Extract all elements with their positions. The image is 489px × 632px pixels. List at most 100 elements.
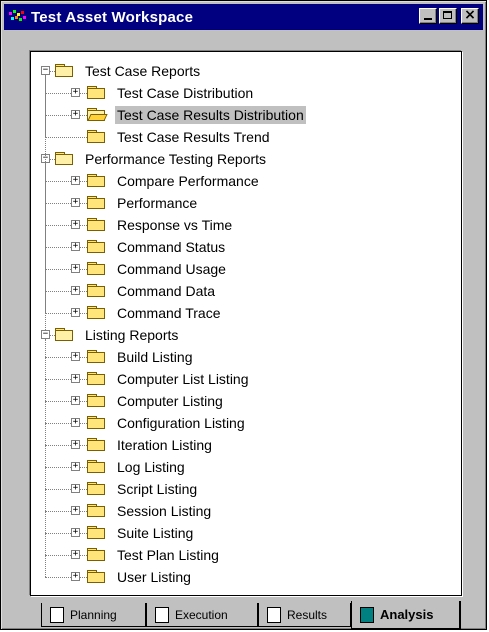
- expand-toggle-icon[interactable]: +: [71, 110, 80, 119]
- tree-connector: [50, 71, 55, 72]
- expand-toggle-icon[interactable]: +: [71, 374, 80, 383]
- expand-toggle-icon[interactable]: +: [71, 440, 80, 449]
- tree-item-row[interactable]: + Computer Listing: [31, 391, 461, 411]
- tree-item-label: Test Case Results Distribution: [115, 106, 306, 124]
- tree-item-row[interactable]: + Test Plan Listing: [31, 545, 461, 565]
- folder-icon: [87, 262, 107, 276]
- tree-item-label: Script Listing: [117, 481, 198, 497]
- workspace-app-icon: [9, 10, 27, 24]
- tree-item-label: Response vs Time: [117, 217, 233, 233]
- expand-toggle-icon[interactable]: +: [71, 220, 80, 229]
- tree-item-row[interactable]: + Response vs Time: [31, 215, 461, 235]
- minimize-button[interactable]: [419, 8, 437, 24]
- tree-group-row[interactable]: − Test Case Reports: [31, 61, 461, 81]
- expand-toggle-icon[interactable]: +: [71, 352, 80, 361]
- tab-analysis[interactable]: Analysis: [351, 601, 461, 629]
- folder-icon: [87, 438, 107, 452]
- results-icon: [267, 606, 281, 623]
- window-title: Test Asset Workspace: [31, 8, 194, 26]
- expand-toggle-icon[interactable]: +: [71, 572, 80, 581]
- tree-item-row[interactable]: + Compare Performance: [31, 171, 461, 191]
- folder-icon: [87, 240, 107, 254]
- tree-connector: [45, 357, 87, 358]
- tree-item-label: Session Listing: [117, 503, 212, 519]
- expand-toggle-icon[interactable]: +: [71, 506, 80, 515]
- tree-connector: [45, 225, 87, 226]
- execution-icon: [155, 606, 169, 623]
- tree-connector: [45, 489, 87, 490]
- expand-toggle-icon[interactable]: +: [71, 198, 80, 207]
- expand-toggle-icon[interactable]: +: [71, 176, 80, 185]
- tree-item-row[interactable]: + Configuration Listing: [31, 413, 461, 433]
- tree-item-row[interactable]: + Test Case Results Distribution: [31, 105, 461, 125]
- collapse-toggle-icon[interactable]: −: [41, 330, 50, 339]
- tree-item-row[interactable]: + Session Listing: [31, 501, 461, 521]
- report-tree-panel[interactable]: − Test Case Reports + Test Case Distributio…: [30, 51, 462, 596]
- expand-toggle-icon[interactable]: +: [71, 88, 80, 97]
- tree-group-row[interactable]: − Listing Reports: [31, 325, 461, 345]
- tree-connector: [45, 203, 87, 204]
- folder-icon: [87, 350, 107, 364]
- expand-toggle-icon[interactable]: +: [71, 528, 80, 537]
- tab-execution[interactable]: Execution: [146, 603, 258, 627]
- analysis-icon: [360, 606, 374, 623]
- tree-connector: [45, 339, 46, 577]
- tree-item-row[interactable]: + Command Data: [31, 281, 461, 301]
- folder-icon: [87, 306, 107, 320]
- tree-group-label: Performance Testing Reports: [85, 151, 267, 167]
- folder-icon: [87, 460, 107, 474]
- report-tree: − Test Case Reports + Test Case Distributio…: [31, 52, 461, 595]
- tree-item-label: Compare Performance: [117, 173, 259, 189]
- tree-connector: [45, 181, 87, 182]
- tree-item-row[interactable]: + Computer List Listing: [31, 369, 461, 389]
- expand-toggle-icon[interactable]: +: [71, 418, 80, 427]
- tree-item-row[interactable]: + Performance: [31, 193, 461, 213]
- expand-toggle-icon[interactable]: +: [71, 484, 80, 493]
- tree-item-label: Performance: [117, 195, 198, 211]
- workspace-tab-strip: Planning Execution Results Analysis: [41, 601, 461, 631]
- folder-icon: [87, 196, 107, 210]
- tree-connector: [45, 93, 87, 94]
- tree-item-label: Command Usage: [117, 261, 226, 277]
- expand-toggle-icon[interactable]: +: [71, 396, 80, 405]
- expand-toggle-icon[interactable]: +: [71, 308, 80, 317]
- tree-connector: [45, 533, 87, 534]
- expand-toggle-icon[interactable]: +: [71, 462, 80, 471]
- tree-item-row[interactable]: + Build Listing: [31, 347, 461, 367]
- tree-item-row[interactable]: + Test Case Distribution: [31, 83, 461, 103]
- expand-toggle-icon[interactable]: +: [71, 264, 80, 273]
- tree-group-row[interactable]: − Performance Testing Reports: [31, 149, 461, 169]
- tree-item-row[interactable]: + Command Usage: [31, 259, 461, 279]
- tree-connector: [45, 401, 87, 402]
- title-bar[interactable]: Test Asset Workspace ×: [4, 4, 483, 30]
- tree-connector: [50, 335, 55, 336]
- folder-icon: [87, 526, 107, 540]
- tree-connector: [45, 577, 87, 578]
- close-button[interactable]: ×: [461, 7, 479, 24]
- tree-item-row[interactable]: + Suite Listing: [31, 523, 461, 543]
- tree-item-row[interactable]: + Script Listing: [31, 479, 461, 499]
- folder-icon: [87, 416, 107, 430]
- workspace-window: Test Asset Workspace × − Test Case Report…: [0, 0, 487, 630]
- tree-item-row[interactable]: + User Listing: [31, 567, 461, 587]
- expand-toggle-icon[interactable]: +: [71, 242, 80, 251]
- maximize-button[interactable]: [439, 8, 457, 24]
- tree-item-row[interactable]: + Command Status: [31, 237, 461, 257]
- folder-icon: [87, 548, 107, 562]
- tree-item-row[interactable]: + Iteration Listing: [31, 435, 461, 455]
- tree-item-label: Computer List Listing: [117, 371, 249, 387]
- folder-icon: [87, 394, 107, 408]
- tree-item-label: Test Case Distribution: [117, 85, 254, 101]
- tab-planning[interactable]: Planning: [41, 603, 146, 627]
- expand-toggle-icon[interactable]: +: [71, 550, 80, 559]
- collapse-toggle-icon[interactable]: −: [41, 66, 50, 75]
- folder-icon: [87, 284, 107, 298]
- tab-results[interactable]: Results: [258, 603, 351, 627]
- tree-item-row[interactable]: + Command Trace: [31, 303, 461, 323]
- tree-group-label: Listing Reports: [85, 327, 179, 343]
- tree-item-label: Command Status: [117, 239, 226, 255]
- expand-toggle-icon[interactable]: +: [71, 286, 80, 295]
- tree-item-row[interactable]: Test Case Results Trend: [31, 127, 461, 147]
- tree-item-row[interactable]: + Log Listing: [31, 457, 461, 477]
- folder-icon: [87, 174, 107, 188]
